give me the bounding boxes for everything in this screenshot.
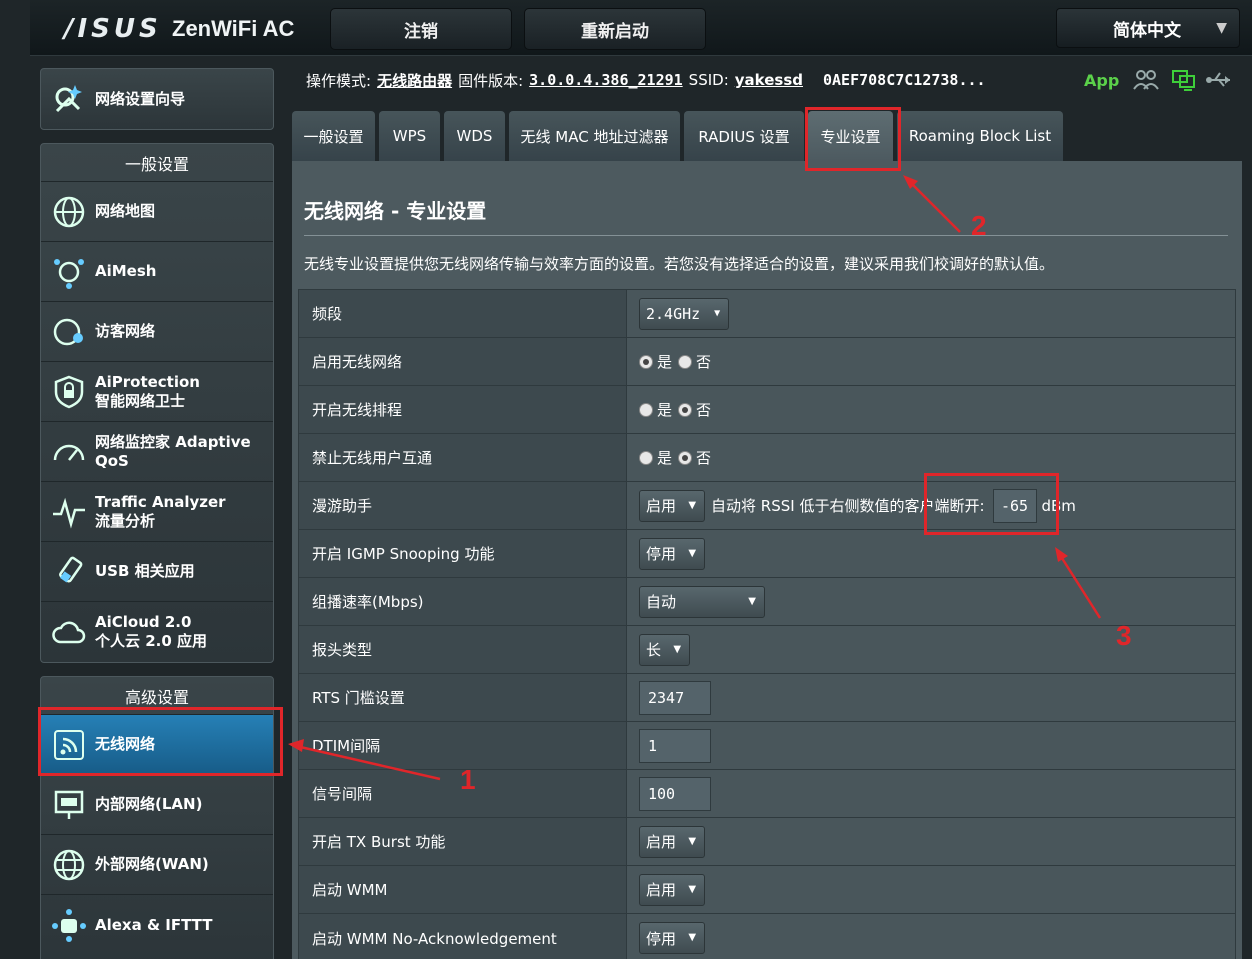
annotation-number-3: 3 [1116, 620, 1132, 651]
annotation-arrows [288, 175, 1102, 781]
annotation-number-2: 2 [971, 210, 987, 241]
annotation-number-1: 1 [460, 764, 476, 795]
